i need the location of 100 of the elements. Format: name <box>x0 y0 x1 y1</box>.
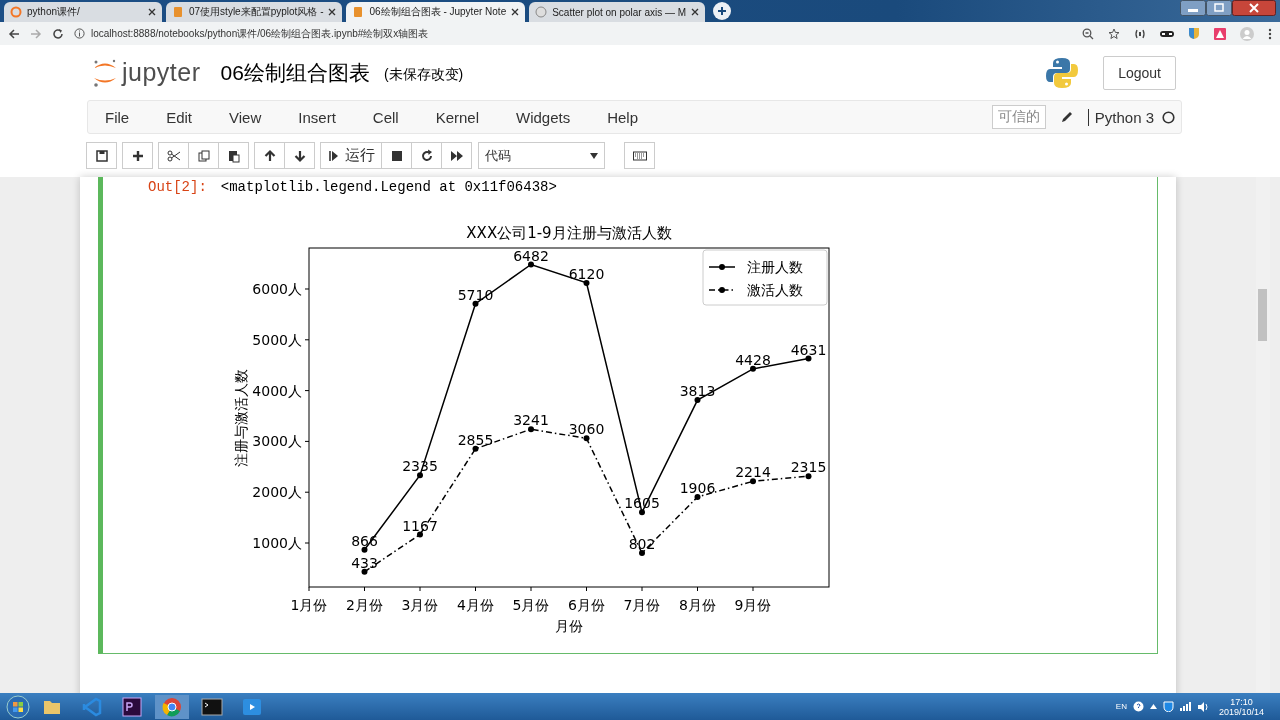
input-language[interactable]: EN <box>1115 702 1127 711</box>
save-status: (未保存改变) <box>383 65 464 84</box>
notebook-title[interactable]: 06绘制组合图表 <box>220 58 370 87</box>
x-axis-label: 月份 <box>555 618 583 634</box>
mask-icon[interactable] <box>1160 29 1174 38</box>
browser-tab[interactable]: 06绘制组合图表 - Jupyter Note <box>346 2 526 22</box>
move-up-button[interactable] <box>254 142 285 169</box>
tab-title: 07使用style来配置pyplot风格 - <box>189 5 324 19</box>
menu-item[interactable]: Widgets <box>516 108 571 126</box>
close-icon[interactable] <box>328 8 337 16</box>
extension-icon[interactable] <box>1134 28 1146 39</box>
star-icon[interactable] <box>1108 27 1120 40</box>
chart-title: XXX公司1-9月注册与激活人数 <box>466 224 672 242</box>
cut-button[interactable] <box>158 142 189 169</box>
speaker-icon[interactable] <box>1197 701 1209 712</box>
copy-icon <box>196 148 211 163</box>
data-point <box>417 531 423 538</box>
data-point <box>528 261 534 268</box>
x-tick-label: 7月份 <box>623 597 661 613</box>
pencil-icon[interactable] <box>1059 110 1074 124</box>
data-label: 1906 <box>679 480 716 496</box>
clock-date[interactable]: 2019/10/14 <box>1218 706 1264 717</box>
address-field[interactable]: localhost:8888/notebooks/python课件/06绘制组合图表.ipynb#绘制双x轴图表 <box>91 26 429 41</box>
y-tick-label: 5000人 <box>252 331 302 348</box>
data-point <box>694 494 701 500</box>
data-point <box>805 355 812 362</box>
menu-item[interactable]: Help <box>607 108 639 126</box>
kernel-name: Python 3 <box>1087 108 1154 126</box>
data-point <box>472 445 479 452</box>
x-tick-label: 8月份 <box>679 597 716 613</box>
dropdown-icon <box>590 152 598 159</box>
run-button[interactable]: 运行 <box>320 142 382 169</box>
legend-label: 激活人数 <box>747 282 803 298</box>
data-label: 802 <box>628 536 656 553</box>
menu-item[interactable]: Insert <box>298 108 336 126</box>
down-arrow-icon <box>292 148 307 163</box>
command-palette-button[interactable] <box>624 142 655 169</box>
shield-icon[interactable] <box>1188 27 1200 40</box>
menu-item[interactable]: File <box>105 108 130 126</box>
clock-time[interactable]: 17:10 <box>1230 696 1253 707</box>
browser-tab[interactable]: 07使用style来配置pyplot风格 - <box>166 2 343 22</box>
interrupt-button[interactable] <box>381 142 412 169</box>
data-point <box>528 426 534 433</box>
menu-icon[interactable] <box>1268 27 1272 40</box>
reload-icon[interactable] <box>52 27 64 40</box>
new-tab-button[interactable] <box>713 2 732 20</box>
restart-run-all-button[interactable] <box>441 142 472 169</box>
cell-type-select[interactable]: 代码 <box>478 142 605 169</box>
maximize-icon[interactable] <box>1206 0 1232 16</box>
browser-tab[interactable]: Scatter plot on polar axis — M <box>529 2 706 22</box>
help-icon[interactable] <box>1132 701 1144 712</box>
y-tick-label: 1000人 <box>252 535 302 551</box>
paste-button[interactable] <box>218 142 249 169</box>
output-text: <matplotlib.legend.Legend at 0x11f06438> <box>220 179 557 195</box>
data-label: 6120 <box>568 265 605 282</box>
data-point <box>750 365 756 372</box>
start-button-icon[interactable] <box>6 694 30 719</box>
globe-icon <box>535 6 548 18</box>
tab-title: Scatter plot on polar axis — M <box>552 6 687 18</box>
y-axis-label: 注册与激活人数 <box>233 368 249 467</box>
data-label: 6482 <box>513 247 549 264</box>
data-point <box>805 473 812 480</box>
insert-cell-button[interactable] <box>122 142 153 169</box>
data-point <box>361 568 368 575</box>
zoom-icon[interactable] <box>1082 27 1094 40</box>
close-icon[interactable] <box>511 8 520 16</box>
logout-button[interactable]: Logout <box>1103 55 1176 90</box>
output-prompt: Out[2]: <box>148 179 207 195</box>
menu-item[interactable]: View <box>229 108 262 126</box>
data-label: 3241 <box>513 412 549 429</box>
triangle-icon[interactable] <box>1214 27 1226 40</box>
close-icon[interactable] <box>691 8 700 16</box>
data-point <box>583 279 590 286</box>
chrome-icon[interactable] <box>154 694 190 719</box>
minimize-icon[interactable] <box>1180 0 1206 16</box>
data-point <box>750 478 756 485</box>
scrollbar-thumb[interactable] <box>1258 289 1267 341</box>
move-down-button[interactable] <box>284 142 315 169</box>
data-label: 4631 <box>790 341 827 358</box>
x-tick-label: 6月份 <box>568 597 605 613</box>
tab-title: python课件/ <box>27 5 81 19</box>
menu-item[interactable]: Kernel <box>435 108 479 126</box>
restart-button[interactable] <box>411 142 442 169</box>
legend-line-icon <box>708 287 736 293</box>
browser-tab[interactable]: python课件/ <box>4 2 162 22</box>
signal-icon[interactable] <box>1179 702 1192 711</box>
shield-icon[interactable] <box>1162 701 1174 712</box>
close-icon[interactable] <box>148 8 156 16</box>
menu-item[interactable]: Edit <box>166 108 193 126</box>
plus-icon <box>130 148 145 163</box>
trusted-badge[interactable]: 可信的 <box>991 105 1046 129</box>
jupyter-logo-icon <box>92 57 118 88</box>
close-icon[interactable] <box>1232 0 1276 16</box>
menu-item[interactable]: Cell <box>372 108 399 126</box>
save-button[interactable] <box>86 142 117 169</box>
data-point <box>694 397 701 404</box>
info-icon[interactable] <box>74 28 85 39</box>
back-icon[interactable] <box>8 27 20 40</box>
up-caret-icon[interactable] <box>1149 704 1157 709</box>
tab-title: 06绘制组合图表 - Jupyter Note <box>369 5 507 19</box>
